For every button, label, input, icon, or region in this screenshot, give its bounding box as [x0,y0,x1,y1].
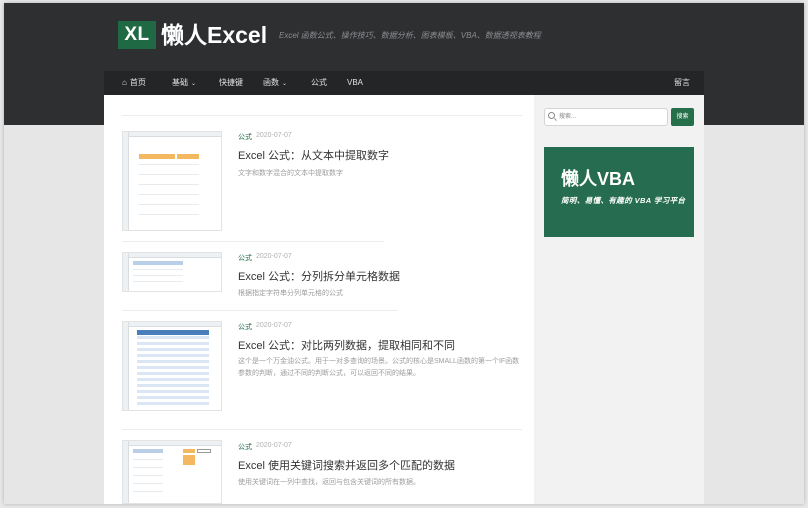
site-title[interactable]: 懒人Excel [161,19,267,51]
thumb-row-line [133,281,183,282]
thumb-row-line [139,174,199,175]
post-title[interactable]: Excel 使用关键词搜索并返回多个匹配的数据 [238,457,455,473]
thumb-header-cell [139,154,175,159]
nav-item-functions[interactable]: 函数 ⌄ [263,71,287,95]
post-date: 2020-07-07 [256,132,292,139]
nav-label-shortcuts: 快捷键 [219,78,243,87]
nav-label-basic: 基础 [172,78,188,87]
post-category[interactable]: 公式 [238,442,252,452]
site-tagline: Excel 函数公式、操作技巧、数据分析、图表模板、VBA、数据透视表教程 [279,31,541,40]
post-excerpt: 根据指定字符串分列单元格的公式 [238,290,343,297]
post-category[interactable]: 公式 [238,253,252,263]
post-excerpt: 文字和数字混合的文本中提取数字 [238,170,343,177]
thumb-row-line [139,194,199,195]
thumb-row-header [123,253,129,291]
thumb-row-line [139,204,199,205]
thumb-row-line [133,467,163,468]
post-excerpt: 使用关键词在一列中查找，返回与包含关键词的所有数据。 [238,479,420,486]
nav-label-home: 首页 [129,78,146,87]
thumb-column-header [123,132,221,137]
thumb-row-header [123,132,129,230]
thumb-row-line [139,184,199,185]
thumb-row-line [139,214,199,215]
thumb-row-line [133,475,163,476]
thumb-row-header [123,322,129,410]
thumb-header-cell [133,261,183,265]
thumb-row-line [133,491,163,492]
banner-title: 懒人VBA [561,169,636,189]
nav-item-home[interactable]: ⌂ 首页 [122,71,146,95]
post-date: 2020-07-07 [256,253,292,260]
nav-label-functions: 函数 [263,78,279,87]
thumb-column-header [123,441,221,446]
browser-viewport: XL 懒人Excel Excel 函数公式、操作技巧、数据分析、图表模板、VBA… [4,3,804,504]
post-date: 2020-07-07 [256,322,292,329]
post-category[interactable]: 公式 [238,322,252,332]
nav-item-basic[interactable]: 基础 ⌄ [172,71,196,95]
nav-item-formulas[interactable]: 公式 [311,71,327,95]
nav-label-vba: VBA [347,78,364,87]
post-thumbnail[interactable] [122,131,222,231]
thumb-row-line [133,459,163,460]
home-icon: ⌂ [122,78,127,87]
post-title[interactable]: Excel 公式：从文本中提取数字 [238,147,389,163]
divider [122,429,522,430]
search-input[interactable]: 搜索... [544,108,668,126]
chevron-down-icon: ⌄ [191,81,197,87]
chevron-down-icon: ⌄ [282,81,288,87]
thumb-banded-rows [137,336,209,406]
thumb-row-line [139,164,199,165]
post-thumbnail[interactable] [122,440,222,504]
divider [122,241,384,242]
post-list: 公式 2020-07-07 Excel 公式：从文本中提取数字 文字和数字混合的… [104,95,534,504]
thumb-row-line [133,483,163,484]
post-date: 2020-07-07 [256,442,292,449]
thumb-header-cell [177,154,199,159]
post-excerpt: 这个是一个万金油公式。用于一对多查询的场景。公式的核心是SMALL函数的第一个I… [238,358,520,377]
thumb-column-header [123,322,221,327]
thumb-row-line [133,269,183,270]
nav-label-guestbook: 留言 [674,78,690,87]
banner-subtitle: 简明、易懂、有趣的 VBA 学习平台 [561,196,686,205]
post-category[interactable]: 公式 [238,132,252,142]
thumb-column-header [123,253,221,258]
thumb-input-cell [197,449,211,453]
post-title[interactable]: Excel 公式：分列拆分单元格数据 [238,268,400,284]
thumb-row-line [133,275,183,276]
nav-item-guestbook[interactable]: 留言 [674,71,690,95]
logo-mark[interactable]: XL [118,21,156,49]
search-icon [548,112,555,119]
nav-item-shortcuts[interactable]: 快捷键 [219,71,243,95]
divider [122,310,398,311]
nav-label-formulas: 公式 [311,78,327,87]
main-nav: ⌂ 首页 基础 ⌄ 快捷键 函数 ⌄ 公式 VBA 留言 [104,71,704,95]
post-title[interactable]: Excel 公式：对比两列数据，提取相同和不同 [238,337,455,353]
thumb-header-cell [183,455,195,465]
vba-promo-banner[interactable]: 懒人VBA 简明、易懂、有趣的 VBA 学习平台 [544,147,694,237]
post-thumbnail[interactable] [122,252,222,292]
thumb-row-header [123,441,129,503]
divider [122,115,522,116]
search-button[interactable]: 搜索 [671,108,694,126]
thumb-header-cell [133,449,163,453]
thumb-header-cell [183,449,195,453]
post-thumbnail[interactable] [122,321,222,411]
thumb-header-cell [137,330,209,335]
nav-item-vba[interactable]: VBA [347,71,363,95]
sidebar: 搜索... 搜索 懒人VBA 简明、易懂、有趣的 VBA 学习平台 [534,95,704,504]
